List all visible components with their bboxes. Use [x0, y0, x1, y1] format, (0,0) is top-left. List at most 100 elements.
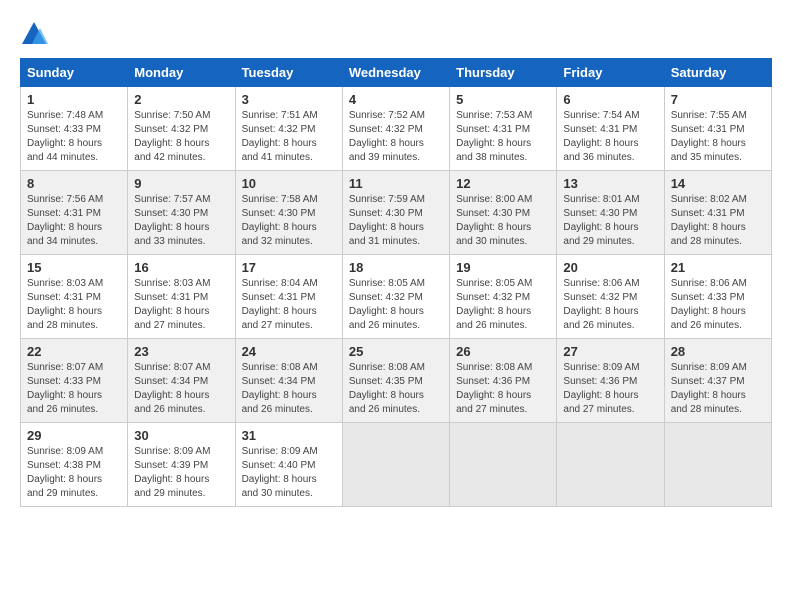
day-number: 10 — [242, 176, 336, 191]
calendar-cell: 1Sunrise: 7:48 AMSunset: 4:33 PMDaylight… — [21, 87, 128, 171]
day-info: Sunrise: 8:08 AMSunset: 4:35 PMDaylight:… — [349, 361, 443, 417]
day-info: Sunrise: 8:07 AMSunset: 4:34 PMDaylight:… — [134, 361, 228, 417]
calendar-cell: 25Sunrise: 8:08 AMSunset: 4:35 PMDayligh… — [342, 339, 449, 423]
day-number: 14 — [671, 176, 765, 191]
day-info: Sunrise: 7:59 AMSunset: 4:30 PMDaylight:… — [349, 193, 443, 249]
day-info: Sunrise: 8:03 AMSunset: 4:31 PMDaylight:… — [27, 277, 121, 333]
calendar-cell — [664, 423, 771, 507]
calendar-cell: 18 Sunrise: 8:05 AMSunset: 4:32 PMDayligh… — [342, 255, 449, 339]
calendar-cell: 26 Sunrise: 8:08 AMSunset: 4:36 PMDayligh… — [450, 339, 557, 423]
day-info: Sunrise: 8:04 AMSunset: 4:31 PMDaylight:… — [242, 277, 336, 333]
day-info: Sunrise: 8:03 AMSunset: 4:31 PMDaylight:… — [134, 277, 228, 333]
day-number: 29 — [27, 428, 121, 443]
calendar-cell: 12 Sunrise: 8:00 AMSunset: 4:30 PMDayligh… — [450, 171, 557, 255]
day-header-sunday: Sunday — [21, 59, 128, 87]
day-header-wednesday: Wednesday — [342, 59, 449, 87]
day-number: 9 — [134, 176, 228, 191]
calendar-cell — [342, 423, 449, 507]
day-header-tuesday: Tuesday — [235, 59, 342, 87]
day-number: 3 — [242, 92, 336, 107]
day-number: 11 — [349, 176, 443, 191]
day-number: 26 — [456, 344, 550, 359]
day-number: 19 — [456, 260, 550, 275]
day-number: 15 — [27, 260, 121, 275]
day-info: Sunrise: 8:07 AMSunset: 4:33 PMDaylight:… — [27, 361, 121, 417]
day-number: 2 — [134, 92, 228, 107]
day-number: 28 — [671, 344, 765, 359]
calendar-cell: 5Sunrise: 7:53 AMSunset: 4:31 PMDaylight… — [450, 87, 557, 171]
calendar-cell: 6 Sunrise: 7:54 AMSunset: 4:31 PMDaylight… — [557, 87, 664, 171]
day-info: Sunrise: 7:55 AMSunset: 4:31 PMDaylight:… — [671, 109, 765, 165]
calendar-cell: 8 Sunrise: 7:56 AMSunset: 4:31 PMDaylight… — [21, 171, 128, 255]
day-info: Sunrise: 8:06 AMSunset: 4:32 PMDaylight:… — [563, 277, 657, 333]
day-number: 27 — [563, 344, 657, 359]
calendar-cell: 9 Sunrise: 7:57 AMSunset: 4:30 PMDaylight… — [128, 171, 235, 255]
day-header-monday: Monday — [128, 59, 235, 87]
day-info: Sunrise: 8:01 AMSunset: 4:30 PMDaylight:… — [563, 193, 657, 249]
day-number: 23 — [134, 344, 228, 359]
calendar-cell: 17Sunrise: 8:04 AMSunset: 4:31 PMDayligh… — [235, 255, 342, 339]
day-number: 16 — [134, 260, 228, 275]
calendar-cell: 31Sunrise: 8:09 AMSunset: 4:40 PMDayligh… — [235, 423, 342, 507]
day-info: Sunrise: 8:09 AMSunset: 4:39 PMDaylight:… — [134, 445, 228, 501]
day-number: 24 — [242, 344, 336, 359]
day-info: Sunrise: 8:05 AMSunset: 4:32 PMDaylight:… — [349, 277, 443, 333]
week-row-4: 22 Sunrise: 8:07 AMSunset: 4:33 PMDayligh… — [21, 339, 772, 423]
week-row-3: 15 Sunrise: 8:03 AMSunset: 4:31 PMDayligh… — [21, 255, 772, 339]
day-info: Sunrise: 8:08 AMSunset: 4:34 PMDaylight:… — [242, 361, 336, 417]
calendar-cell: 20 Sunrise: 8:06 AMSunset: 4:32 PMDayligh… — [557, 255, 664, 339]
day-info: Sunrise: 7:48 AMSunset: 4:33 PMDaylight:… — [27, 109, 121, 165]
day-info: Sunrise: 8:06 AMSunset: 4:33 PMDaylight:… — [671, 277, 765, 333]
day-number: 4 — [349, 92, 443, 107]
week-row-1: 1Sunrise: 7:48 AMSunset: 4:33 PMDaylight… — [21, 87, 772, 171]
logo-icon — [20, 20, 48, 48]
day-info: Sunrise: 7:52 AMSunset: 4:32 PMDaylight:… — [349, 109, 443, 165]
calendar-cell: 10 Sunrise: 7:58 AMSunset: 4:30 PMDayligh… — [235, 171, 342, 255]
day-info: Sunrise: 8:08 AMSunset: 4:36 PMDaylight:… — [456, 361, 550, 417]
calendar-cell: 24 Sunrise: 8:08 AMSunset: 4:34 PMDayligh… — [235, 339, 342, 423]
day-info: Sunrise: 8:00 AMSunset: 4:30 PMDaylight:… — [456, 193, 550, 249]
day-number: 6 — [563, 92, 657, 107]
day-info: Sunrise: 8:09 AMSunset: 4:37 PMDaylight:… — [671, 361, 765, 417]
day-number: 31 — [242, 428, 336, 443]
day-info: Sunrise: 7:58 AMSunset: 4:30 PMDaylight:… — [242, 193, 336, 249]
calendar-cell: 22 Sunrise: 8:07 AMSunset: 4:33 PMDayligh… — [21, 339, 128, 423]
day-header-saturday: Saturday — [664, 59, 771, 87]
day-info: Sunrise: 7:50 AMSunset: 4:32 PMDaylight:… — [134, 109, 228, 165]
calendar-cell: 13Sunrise: 8:01 AMSunset: 4:30 PMDayligh… — [557, 171, 664, 255]
calendar-cell: 14 Sunrise: 8:02 AMSunset: 4:31 PMDayligh… — [664, 171, 771, 255]
calendar-cell: 29 Sunrise: 8:09 AMSunset: 4:38 PMDayligh… — [21, 423, 128, 507]
day-info: Sunrise: 7:57 AMSunset: 4:30 PMDaylight:… — [134, 193, 228, 249]
day-number: 20 — [563, 260, 657, 275]
day-number: 7 — [671, 92, 765, 107]
days-header-row: SundayMondayTuesdayWednesdayThursdayFrid… — [21, 59, 772, 87]
day-info: Sunrise: 8:09 AMSunset: 4:36 PMDaylight:… — [563, 361, 657, 417]
day-number: 8 — [27, 176, 121, 191]
calendar-cell: 3 Sunrise: 7:51 AMSunset: 4:32 PMDaylight… — [235, 87, 342, 171]
calendar-cell: 27 Sunrise: 8:09 AMSunset: 4:36 PMDayligh… — [557, 339, 664, 423]
day-info: Sunrise: 7:54 AMSunset: 4:31 PMDaylight:… — [563, 109, 657, 165]
day-number: 12 — [456, 176, 550, 191]
day-header-thursday: Thursday — [450, 59, 557, 87]
day-header-friday: Friday — [557, 59, 664, 87]
day-info: Sunrise: 8:02 AMSunset: 4:31 PMDaylight:… — [671, 193, 765, 249]
calendar-cell: 19Sunrise: 8:05 AMSunset: 4:32 PMDayligh… — [450, 255, 557, 339]
day-number: 5 — [456, 92, 550, 107]
day-info: Sunrise: 7:56 AMSunset: 4:31 PMDaylight:… — [27, 193, 121, 249]
day-info: Sunrise: 8:09 AMSunset: 4:38 PMDaylight:… — [27, 445, 121, 501]
day-number: 22 — [27, 344, 121, 359]
calendar-cell: 15 Sunrise: 8:03 AMSunset: 4:31 PMDayligh… — [21, 255, 128, 339]
calendar-cell — [557, 423, 664, 507]
calendar-cell: 30Sunrise: 8:09 AMSunset: 4:39 PMDayligh… — [128, 423, 235, 507]
logo — [20, 20, 52, 48]
day-number: 18 — [349, 260, 443, 275]
calendar-cell: 28 Sunrise: 8:09 AMSunset: 4:37 PMDayligh… — [664, 339, 771, 423]
calendar-cell: 23 Sunrise: 8:07 AMSunset: 4:34 PMDayligh… — [128, 339, 235, 423]
calendar-table: SundayMondayTuesdayWednesdayThursdayFrid… — [20, 58, 772, 507]
calendar-cell: 16 Sunrise: 8:03 AMSunset: 4:31 PMDayligh… — [128, 255, 235, 339]
week-row-2: 8 Sunrise: 7:56 AMSunset: 4:31 PMDaylight… — [21, 171, 772, 255]
day-info: Sunrise: 7:51 AMSunset: 4:32 PMDaylight:… — [242, 109, 336, 165]
week-row-5: 29 Sunrise: 8:09 AMSunset: 4:38 PMDayligh… — [21, 423, 772, 507]
calendar-cell: 4 Sunrise: 7:52 AMSunset: 4:32 PMDaylight… — [342, 87, 449, 171]
calendar-cell: 7 Sunrise: 7:55 AMSunset: 4:31 PMDaylight… — [664, 87, 771, 171]
